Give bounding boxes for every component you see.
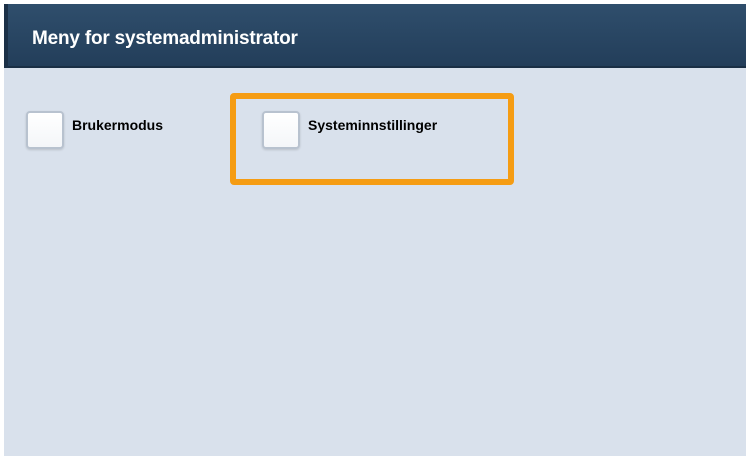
- brukermodus-label: Brukermodus: [72, 117, 164, 133]
- brukermodus-option[interactable]: Brukermodus: [26, 111, 163, 149]
- systeminnstillinger-label: Systeminnstillinger: [308, 117, 438, 133]
- brukermodus-checkbox[interactable]: [26, 111, 64, 149]
- systeminnstillinger-checkbox[interactable]: [262, 111, 300, 149]
- title-bar: Meny for systemadministrator: [4, 4, 746, 68]
- page-title: Meny for systemadministrator: [32, 28, 298, 49]
- admin-menu-screen: Meny for systemadministrator Brukermodus…: [4, 4, 746, 456]
- systeminnstillinger-option[interactable]: Systeminnstillinger: [262, 111, 437, 149]
